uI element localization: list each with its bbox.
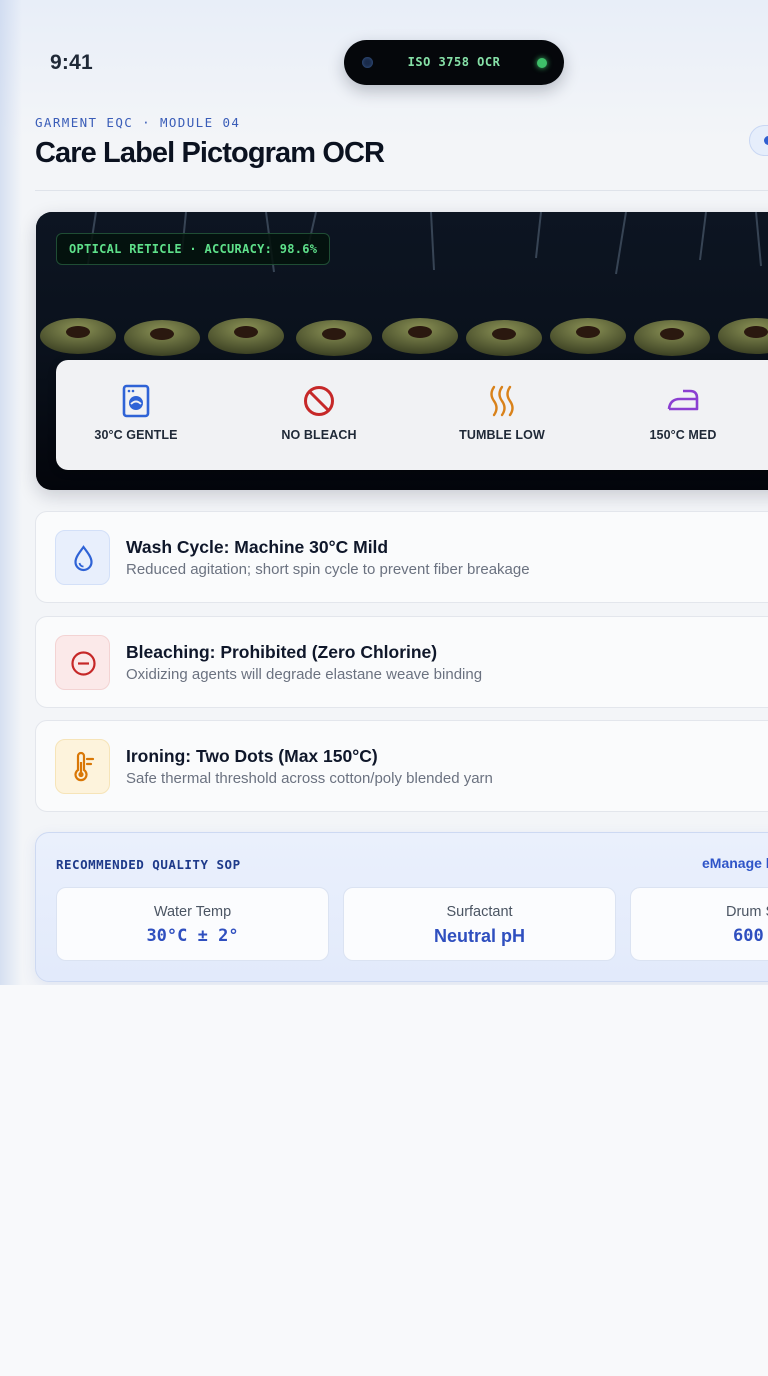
scanner-viewport[interactable]: OPTICAL RETICLE · ACCURACY: 98.6% 30°C G…	[36, 212, 768, 490]
sop-link[interactable]: eManage l	[702, 855, 768, 871]
instruction-title: Ironing: Two Dots (Max 150°C)	[126, 746, 378, 766]
no-bleach-icon	[304, 386, 334, 416]
iron-icon-box	[55, 739, 110, 794]
instruction-card-iron[interactable]: Ironing: Two Dots (Max 150°C) Safe therm…	[35, 720, 768, 812]
water-drop-icon	[74, 545, 93, 572]
instruction-subtitle: Safe thermal threshold across cotton/pol…	[126, 770, 493, 787]
tumble-heat-icon	[490, 385, 514, 417]
status-dot-icon	[764, 136, 768, 145]
sop-title: RECOMMENDED QUALITY SOP	[56, 857, 241, 872]
symbol-wash[interactable]: 30°C GENTLE	[61, 384, 211, 442]
island-label: ISO 3758 OCR	[407, 55, 501, 69]
dynamic-island[interactable]: ISO 3758 OCR	[344, 40, 564, 85]
metric-surfactant: Surfactant Neutral pH	[343, 887, 616, 961]
instruction-title: Bleaching: Prohibited (Zero Chlorine)	[126, 642, 438, 662]
care-symbol-strip: 30°C GENTLE NO BLEACH TUMBLE LOW 150°C M…	[56, 360, 768, 470]
live-indicator-icon	[537, 58, 547, 68]
symbol-tumble[interactable]: TUMBLE LOW	[427, 384, 577, 442]
wash-icon-box	[55, 530, 110, 585]
instruction-subtitle: Oxidizing agents will degrade elastane w…	[126, 666, 483, 683]
thermometer-icon	[74, 751, 95, 782]
metric-label: Surfactant	[446, 904, 513, 920]
bleach-icon-box	[55, 635, 110, 690]
symbol-label: NO BLEACH	[281, 428, 357, 442]
metric-value: 30°C ± 2°	[146, 926, 239, 946]
reticle-accuracy-badge: OPTICAL RETICLE · ACCURACY: 98.6%	[56, 233, 331, 265]
metric-value: 600	[733, 926, 764, 946]
symbol-iron[interactable]: 150°C MED	[608, 384, 758, 442]
quality-sop-panel: RECOMMENDED QUALITY SOP eManage l Water …	[35, 832, 768, 982]
app-screen: 9:41 ISO 3758 OCR GARMENT EQC · MODULE 0…	[0, 0, 768, 985]
minus-circle-icon	[71, 651, 96, 676]
symbol-bleach[interactable]: NO BLEACH	[244, 384, 394, 442]
metric-drum-speed: Drum S 600	[630, 887, 768, 961]
instruction-card-bleach[interactable]: Bleaching: Prohibited (Zero Chlorine) Ox…	[35, 616, 768, 708]
instruction-title: Wash Cycle: Machine 30°C Mild	[126, 537, 389, 557]
page-title: Care Label Pictogram OCR	[35, 137, 385, 169]
symbol-label: TUMBLE LOW	[459, 428, 545, 442]
washing-machine-icon	[122, 384, 150, 418]
screen-edge-glow	[0, 0, 22, 985]
module-eyebrow: GARMENT EQC · MODULE 04	[35, 115, 241, 130]
metric-water-temp: Water Temp 30°C ± 2°	[56, 887, 329, 961]
metric-label: Water Temp	[153, 904, 232, 920]
status-time: 9:41	[50, 51, 93, 74]
instruction-subtitle: Reduced agitation; short spin cycle to p…	[126, 561, 530, 578]
header-divider	[35, 190, 768, 191]
metric-label: Drum S	[726, 904, 768, 920]
symbol-label: 30°C GENTLE	[94, 428, 178, 442]
iron-icon	[667, 389, 699, 411]
status-pill[interactable]	[749, 125, 768, 156]
metric-value: Neutral pH	[433, 926, 525, 946]
instruction-card-wash[interactable]: Wash Cycle: Machine 30°C Mild Reduced ag…	[35, 511, 768, 603]
symbol-label: 150°C MED	[649, 428, 717, 442]
